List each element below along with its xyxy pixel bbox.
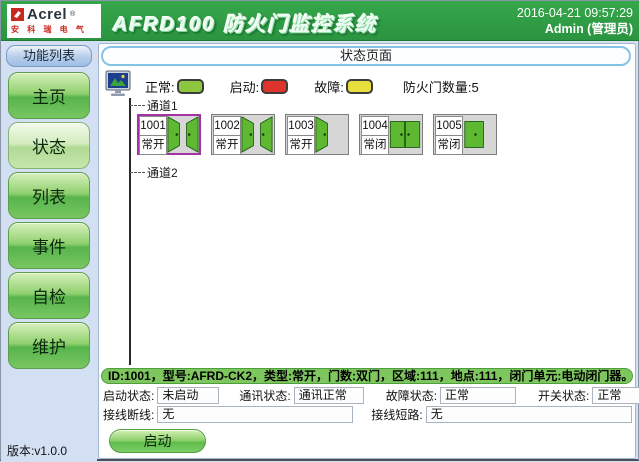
door-type: 常开 xyxy=(213,135,241,155)
wire-break-label: 接线断线: xyxy=(103,406,154,423)
door-item-1001[interactable]: 1001 常开 xyxy=(137,114,201,155)
door-item-1002[interactable]: 1002 常开 xyxy=(211,114,275,155)
sidebar-item-home[interactable]: 主页 xyxy=(8,72,90,119)
brand-text: Acrel xyxy=(27,6,67,23)
wire-break-value: 无 xyxy=(157,406,353,423)
comm-status-label: 通讯状态: xyxy=(239,387,290,404)
switch-status-value: 正常 xyxy=(592,387,639,404)
door-type: 常开 xyxy=(139,135,167,155)
door-count-label: 防火门数量:5 xyxy=(403,77,479,96)
door-type: 常闭 xyxy=(361,135,389,155)
legend-normal-label: 正常: xyxy=(145,77,175,96)
door-graphic-open-double xyxy=(167,116,199,153)
comm-status-value: 通讯正常 xyxy=(294,387,364,404)
start-status-label: 启动状态: xyxy=(103,387,154,404)
door-item-1003[interactable]: 1003 常开 xyxy=(285,114,349,155)
tree-node-channel2[interactable]: 通道2 xyxy=(130,164,178,181)
brand-registered-mark: ® xyxy=(70,11,75,18)
wire-short-label: 接线短路: xyxy=(371,406,422,423)
door-id: 1005 xyxy=(435,116,463,136)
version-label: 版本:v1.0.0 xyxy=(7,442,67,459)
start-status-value: 未启动 xyxy=(157,387,219,404)
header-datetime: 2016-04-21 09:57:29 xyxy=(517,5,633,21)
app-title: AFRD100 防火门监控系统 xyxy=(113,8,377,37)
app-header: Acrel ® 安 科 瑞 电 气 AFRD100 防火门监控系统 2016-0… xyxy=(1,1,639,41)
sidebar-item-status[interactable]: 状态 xyxy=(8,122,90,169)
switch-status-label: 开关状态: xyxy=(538,387,589,404)
sidebar-header: 功能列表 xyxy=(6,45,92,67)
status-page-panel: 状态页面 正常: 启动: 故障: 防火门数量:5 通道1 10 xyxy=(98,43,636,459)
status-field-row1: 启动状态: 未启动 通讯状态: 通讯正常 故障状态: 正常 开关状态: 正常 xyxy=(101,387,635,404)
sidebar: 功能列表 主页 状态 列表 事件 自检 维护 版本:v1.0.0 xyxy=(1,41,97,462)
fault-status-value: 正常 xyxy=(440,387,516,404)
tree-connector xyxy=(130,105,145,106)
door-graphic-open-double xyxy=(241,116,273,153)
page-title: 状态页面 xyxy=(101,46,631,66)
sidebar-item-events[interactable]: 事件 xyxy=(8,222,90,269)
door-graphic-closed-single xyxy=(463,116,495,153)
legend-fault-label: 故障: xyxy=(314,77,344,96)
acrel-logo-icon xyxy=(11,8,24,21)
door-type: 常开 xyxy=(287,135,315,155)
door-id: 1004 xyxy=(361,116,389,136)
door-graphic-open-single xyxy=(315,116,347,153)
start-button[interactable]: 启动 xyxy=(109,429,206,453)
sidebar-item-list[interactable]: 列表 xyxy=(8,172,90,219)
brand-subtitle: 安 科 瑞 电 气 xyxy=(11,24,97,35)
door-detail-summary: ID:1001，型号:AFRD-CK2，类型:常开，门数:双门，区域:111，地… xyxy=(101,368,633,384)
channel2-label: 通道2 xyxy=(147,164,178,181)
tree-node-channel1[interactable]: 通道1 xyxy=(130,97,178,114)
door-type: 常闭 xyxy=(435,135,463,155)
legend-start-swatch xyxy=(261,79,288,94)
tree-trunk-line xyxy=(129,98,131,365)
door-graphic-closed-double xyxy=(389,116,421,153)
legend-fault-swatch xyxy=(346,79,373,94)
header-user: Admin (管理员) xyxy=(517,21,633,37)
legend-start-label: 启动: xyxy=(230,77,260,96)
sidebar-item-selfcheck[interactable]: 自检 xyxy=(8,272,90,319)
fault-status-label: 故障状态: xyxy=(386,387,437,404)
door-item-1004[interactable]: 1004 常闭 xyxy=(359,114,423,155)
acrel-logo: Acrel ® 安 科 瑞 电 气 xyxy=(7,4,101,38)
channel1-label: 通道1 xyxy=(147,97,178,114)
tree-connector xyxy=(130,172,145,173)
door-id: 1002 xyxy=(213,116,241,136)
status-field-row2: 接线断线: 无 接线短路: 无 xyxy=(101,406,635,423)
door-id: 1001 xyxy=(139,116,167,136)
door-id: 1003 xyxy=(287,116,315,136)
legend-normal-swatch xyxy=(177,79,204,94)
monitor-icon[interactable] xyxy=(105,70,131,103)
door-row-channel1: 1001 常开 1002 常开 xyxy=(137,114,497,155)
wire-short-value: 无 xyxy=(426,406,632,423)
door-item-1005[interactable]: 1005 常闭 xyxy=(433,114,497,155)
sidebar-item-maintenance[interactable]: 维护 xyxy=(8,322,90,369)
